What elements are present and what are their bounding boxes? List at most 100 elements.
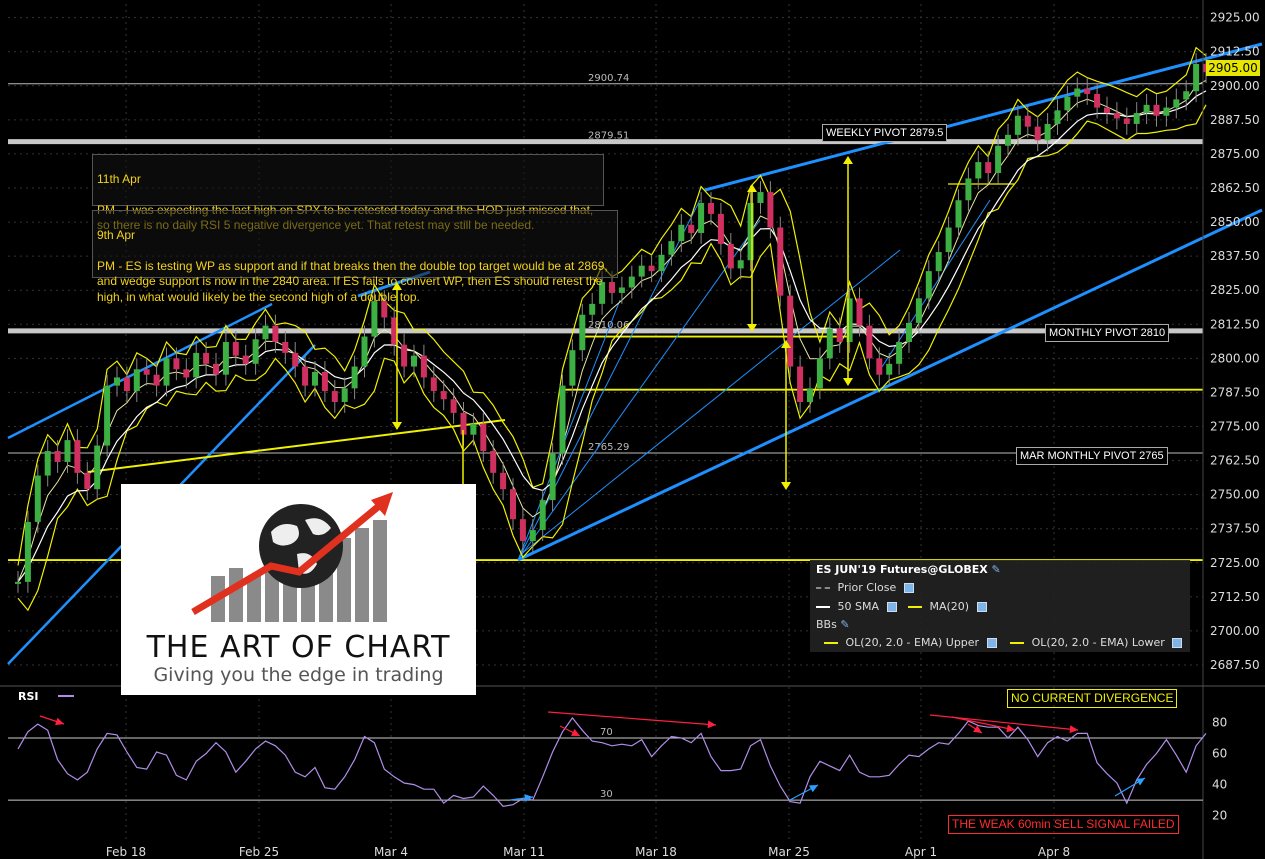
price-tick-label: 2700.00 <box>1210 624 1260 638</box>
price-axis: 2925.00 2912.50 2900.00 2887.50 2875.00 2862.… <box>1202 0 1260 859</box>
rsi-tick-label: 40 <box>1212 778 1227 792</box>
price-tick-label: 2775.00 <box>1210 420 1260 434</box>
candle <box>549 453 556 501</box>
candle <box>935 252 942 272</box>
time-tick-label: Mar 11 <box>503 845 545 859</box>
candle <box>450 399 457 413</box>
candle <box>1024 115 1031 127</box>
candle <box>34 475 41 522</box>
level-label: 2879.51 <box>588 131 629 142</box>
candle <box>203 352 210 364</box>
candle <box>282 342 289 353</box>
price-tick-label: 2725.00 <box>1210 556 1260 570</box>
candle <box>183 369 190 378</box>
divergence-arrow <box>951 716 1016 731</box>
candle <box>866 325 873 359</box>
candle <box>470 423 477 435</box>
candle <box>1183 91 1190 100</box>
candle <box>906 322 912 342</box>
price-chart: 2900.742879.512810.062765.29 2925.002912… <box>0 0 1265 859</box>
divergence-arrow-head <box>55 717 64 726</box>
candle <box>1193 63 1200 92</box>
candle <box>173 358 180 370</box>
divergence-arrow-head <box>707 720 716 729</box>
monthly-pivot-label: MONTHLY PIVOT 2810 <box>1045 324 1170 342</box>
level-label: 2900.74 <box>588 73 629 84</box>
bbs-settings-icon[interactable]: ✎ <box>840 618 849 631</box>
candle <box>757 192 764 203</box>
candle <box>668 241 675 255</box>
sma-checkbox[interactable] <box>886 602 897 612</box>
candle <box>64 440 71 462</box>
candle <box>678 224 685 242</box>
price-tick-label: 2812.50 <box>1210 317 1260 331</box>
candle <box>272 325 279 342</box>
candle <box>331 391 338 402</box>
weekly-pivot-label: WEEKLY PIVOT 2879.5 <box>822 124 948 142</box>
candle <box>15 581 21 584</box>
candle <box>826 328 833 359</box>
candle <box>777 227 784 296</box>
candle <box>618 287 625 293</box>
settings-icon[interactable]: ✎ <box>992 563 1001 576</box>
candle <box>401 344 408 367</box>
logo-graphic <box>191 492 393 622</box>
time-tick-label: Mar 25 <box>768 845 810 859</box>
price-tick-label: 2850.00 <box>1210 215 1260 229</box>
candle <box>411 355 417 367</box>
measure-arrow-head <box>843 378 853 386</box>
price-tick-label: 2737.50 <box>1210 522 1260 536</box>
price-tick-label: 2825.00 <box>1210 283 1260 297</box>
candle <box>638 265 645 277</box>
bb-lower-checkbox[interactable] <box>1172 638 1183 648</box>
candle <box>1005 134 1011 146</box>
rsi-tick-label: 80 <box>1212 716 1227 730</box>
candle <box>242 355 249 364</box>
candle <box>1064 96 1071 111</box>
candle <box>717 213 724 244</box>
candle <box>252 339 259 364</box>
candle <box>925 271 932 299</box>
candle <box>24 521 31 582</box>
price-tick-label: 2712.50 <box>1210 590 1260 604</box>
candle <box>1034 126 1041 141</box>
logo-title: THE ART OF CHART <box>146 630 451 665</box>
price-tick-label: 2862.50 <box>1210 181 1260 195</box>
candle <box>975 162 982 179</box>
candle <box>163 358 170 386</box>
rsi-support-arrow-head <box>524 794 533 802</box>
candle <box>500 472 507 490</box>
candle <box>519 519 526 541</box>
candle <box>1163 107 1170 116</box>
candle <box>797 366 804 402</box>
note-11-apr: 11th Apr PM - I was expecting the last h… <box>92 154 604 232</box>
ma20-checkbox[interactable] <box>976 602 987 612</box>
candle <box>153 374 160 386</box>
candle <box>856 298 863 326</box>
rsi-support-arrow-head <box>1136 778 1145 786</box>
bb-upper-checkbox[interactable] <box>986 638 997 648</box>
candle <box>351 366 358 389</box>
prior-close-checkbox[interactable] <box>903 583 914 593</box>
mar-monthly-pivot-label: MAR MONTHLY PIVOT 2765 <box>1016 447 1168 465</box>
candle <box>430 377 437 392</box>
candle <box>569 350 576 386</box>
candle <box>698 202 705 233</box>
note-text: PM - ES is testing WP as support and if … <box>97 258 608 304</box>
candle <box>133 369 140 392</box>
candle <box>114 377 120 386</box>
logo: THE ART OF CHART Giving you the edge in … <box>121 484 476 695</box>
candle <box>836 328 843 342</box>
candle <box>490 451 497 473</box>
candle <box>886 363 893 375</box>
candle <box>688 224 695 233</box>
candle <box>1074 88 1081 97</box>
candle <box>737 260 744 269</box>
candle <box>807 388 813 402</box>
candle <box>232 342 239 356</box>
candle <box>361 336 368 367</box>
candle <box>1014 115 1021 135</box>
price-tick-label: 2787.50 <box>1210 385 1260 399</box>
candle <box>1123 118 1130 124</box>
candle <box>44 451 51 476</box>
